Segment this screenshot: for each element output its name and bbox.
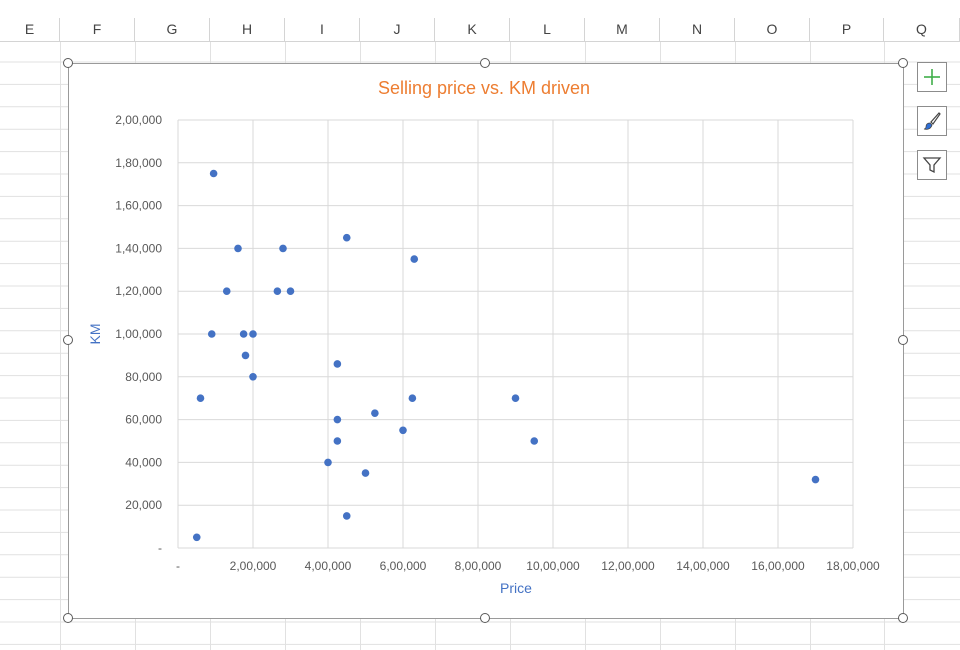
x-tick-label: 6,00,000 (380, 559, 427, 573)
y-tick-label: 1,20,000 (115, 284, 162, 298)
y-tick-label: - (158, 541, 162, 555)
resize-handle-bottom-center[interactable] (480, 613, 490, 623)
y-tick-label: 1,60,000 (115, 199, 162, 213)
data-point[interactable] (207, 330, 216, 338)
chart-elements-button[interactable] (917, 62, 947, 92)
data-point[interactable] (222, 287, 231, 296)
chart-styles-button[interactable] (917, 106, 947, 136)
x-tick-label: 14,00,000 (676, 559, 730, 573)
data-point[interactable] (249, 373, 257, 381)
x-tick-label: 4,00,000 (305, 559, 352, 573)
data-point[interactable] (196, 394, 205, 403)
x-tick-label: 12,00,000 (601, 559, 655, 573)
data-point[interactable] (399, 426, 407, 435)
brush-icon (923, 112, 941, 130)
y-tick-label: 1,80,000 (115, 156, 162, 170)
y-tick-label: 60,000 (125, 413, 162, 427)
data-point[interactable] (241, 351, 250, 360)
data-point[interactable] (511, 394, 520, 403)
y-tick-label: 40,000 (125, 455, 162, 469)
resize-handle-middle-left[interactable] (63, 335, 73, 345)
data-point[interactable] (410, 255, 419, 263)
plus-icon (924, 69, 940, 85)
x-tick-label: - (176, 559, 180, 573)
y-axis-title[interactable]: KM (87, 324, 103, 345)
resize-handle-top-left[interactable] (63, 58, 73, 68)
x-tick-label: 16,00,000 (751, 559, 805, 573)
x-tick-label: 8,00,000 (455, 559, 502, 573)
data-point[interactable] (209, 169, 218, 178)
resize-handle-bottom-left[interactable] (63, 613, 73, 623)
data-point[interactable] (333, 360, 342, 368)
resize-handle-middle-right[interactable] (898, 335, 908, 345)
data-point[interactable] (324, 458, 332, 467)
resize-handle-top-right[interactable] (898, 58, 908, 68)
data-point[interactable] (333, 415, 342, 424)
data-point[interactable] (333, 437, 342, 445)
x-axis-title[interactable]: Price (500, 580, 532, 596)
data-point[interactable] (342, 233, 351, 242)
funnel-icon (922, 157, 942, 174)
data-point[interactable] (811, 475, 820, 484)
data-point[interactable] (273, 287, 282, 296)
x-tick-label: 18,00,000 (826, 559, 880, 573)
x-tick-label: 10,00,000 (526, 559, 580, 573)
data-point[interactable] (286, 287, 295, 296)
data-point[interactable] (239, 330, 248, 338)
y-tick-label: 1,00,000 (115, 327, 162, 341)
data-point[interactable] (371, 409, 379, 417)
data-point[interactable] (342, 512, 351, 520)
data-point[interactable] (234, 244, 242, 253)
chart-filters-button[interactable] (917, 150, 947, 180)
data-point[interactable] (192, 533, 201, 542)
scatter-plot: - 20,000 40,000 60,000 80,000 1,00,000 1,20,00… (87, 78, 880, 596)
data-point[interactable] (530, 437, 539, 445)
resize-handle-top-center[interactable] (480, 58, 490, 68)
y-tick-label: 20,000 (125, 498, 162, 512)
data-point[interactable] (408, 394, 417, 403)
y-tick-label: 2,00,000 (115, 113, 162, 127)
y-tick-label: 80,000 (125, 370, 162, 384)
resize-handle-bottom-right[interactable] (898, 613, 908, 623)
chart-title[interactable]: Selling price vs. KM driven (378, 78, 590, 98)
data-point[interactable] (249, 330, 257, 338)
data-point[interactable] (279, 244, 287, 253)
x-tick-label: 2,00,000 (230, 559, 277, 573)
y-tick-label: 1,40,000 (115, 241, 162, 255)
data-point[interactable] (361, 469, 370, 477)
